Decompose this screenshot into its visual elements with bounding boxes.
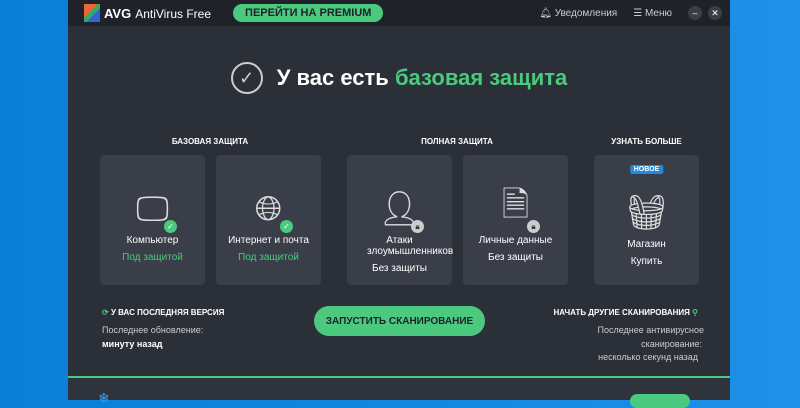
- brand-name: AVG: [104, 5, 132, 21]
- card-status: Под защитой: [122, 252, 183, 263]
- menu-button[interactable]: ☰ Меню: [633, 8, 672, 19]
- title-bar: AVG AntiVirus Free ПЕРЕЙТИ НА PREMIUM 🔔︎ …: [68, 0, 730, 26]
- notifications-button[interactable]: 🔔︎ Уведомления: [539, 8, 617, 19]
- update-status: ⟳ У ВАС ПОСЛЕДНЯЯ ВЕРСИЯ: [102, 308, 224, 317]
- monitor-shield-icon: 🖵︎ ✓: [100, 183, 205, 235]
- snowflake-icon: ❄: [98, 390, 110, 406]
- new-badge: НОВОЕ: [629, 165, 664, 174]
- premium-button[interactable]: ПЕРЕЙТИ НА PREMIUM: [233, 4, 384, 22]
- avg-window: AVG AntiVirus Free ПЕРЕЙТИ НА PREMIUM 🔔︎ …: [68, 0, 730, 408]
- bell-icon: 🔔︎: [539, 7, 555, 19]
- footer-button[interactable]: [630, 394, 690, 408]
- card-status: Под защитой: [238, 252, 299, 263]
- card-status: Без защиты: [372, 263, 427, 274]
- check-icon: ✓: [230, 62, 263, 94]
- card-hacker-attacks[interactable]: 👤︎ 🔒︎ Атаки злоумышленников Без защиты: [347, 155, 454, 285]
- refresh-icon: ⟳: [102, 308, 111, 317]
- card-title: Магазин: [627, 239, 666, 250]
- hamburger-icon: ☰: [633, 7, 645, 19]
- brand: AVG AntiVirus Free: [104, 6, 211, 21]
- hero-highlight: базовая защита: [394, 65, 568, 90]
- check-badge-icon: ✓: [280, 220, 293, 233]
- hacker-icon: 👤︎ 🔒︎: [347, 183, 452, 235]
- run-scan-button[interactable]: ЗАПУСТИТЬ СКАНИРОВАНИЕ: [314, 306, 485, 336]
- protection-status: ✓ У вас есть базовая защита: [68, 62, 730, 94]
- minimize-button[interactable]: –: [688, 6, 702, 20]
- card-internet[interactable]: 🌐︎ ✓ Интернет и почта Под защитой: [216, 155, 321, 285]
- section-more: УЗНАТЬ БОЛЬШЕ: [611, 137, 682, 146]
- product-name: AntiVirus Free: [135, 6, 212, 21]
- card-computer[interactable]: 🖵︎ ✓ Компьютер Под защитой: [100, 155, 205, 285]
- footer-banner: ❄: [68, 378, 730, 408]
- card-shop[interactable]: НОВОЕ 🧺︎ Магазин Купить: [594, 155, 699, 285]
- card-title: Компьютер: [126, 235, 179, 246]
- update-title: У ВАС ПОСЛЕДНЯЯ ВЕРСИЯ: [110, 308, 225, 317]
- lock-badge-icon: 🔒︎: [411, 220, 424, 233]
- search-icon: ⚲: [689, 308, 698, 317]
- last-scan-value: несколько секунд назад: [598, 352, 698, 362]
- last-scan-label: Последнее антивирусное: [597, 325, 704, 335]
- menu-label: Меню: [644, 7, 672, 19]
- update-value: минуту назад: [102, 339, 163, 349]
- card-status: Купить: [630, 256, 663, 267]
- last-scan-label-2: сканирование:: [641, 339, 702, 349]
- other-scans-link[interactable]: НАЧАТЬ ДРУГИЕ СКАНИРОВАНИЯ ⚲: [554, 308, 699, 317]
- close-button[interactable]: ✕: [708, 6, 722, 20]
- notifications-label: Уведомления: [554, 7, 618, 19]
- section-full: ПОЛНАЯ ЗАЩИТА: [421, 137, 493, 146]
- file-lock-icon: 🗎︎ 🔒︎: [463, 183, 568, 235]
- card-title: Интернет и почта: [228, 235, 309, 246]
- lock-badge-icon: 🔒︎: [527, 220, 540, 233]
- avg-logo-icon: [84, 4, 100, 22]
- globe-icon: 🌐︎ ✓: [216, 183, 321, 235]
- card-title: Атаки злоумышленников: [367, 235, 454, 257]
- other-scans-title: НАЧАТЬ ДРУГИЕ СКАНИРОВАНИЯ: [553, 308, 690, 317]
- hero-prefix: У вас есть: [276, 65, 389, 90]
- card-status: Без защиты: [488, 252, 543, 263]
- section-basic: БАЗОВАЯ ЗАЩИТА: [171, 137, 249, 146]
- check-badge-icon: ✓: [164, 220, 177, 233]
- card-personal-data[interactable]: 🗎︎ 🔒︎ Личные данные Без защиты: [463, 155, 568, 285]
- basket-icon: 🧺︎: [624, 194, 669, 232]
- update-label: Последнее обновление:: [102, 325, 204, 335]
